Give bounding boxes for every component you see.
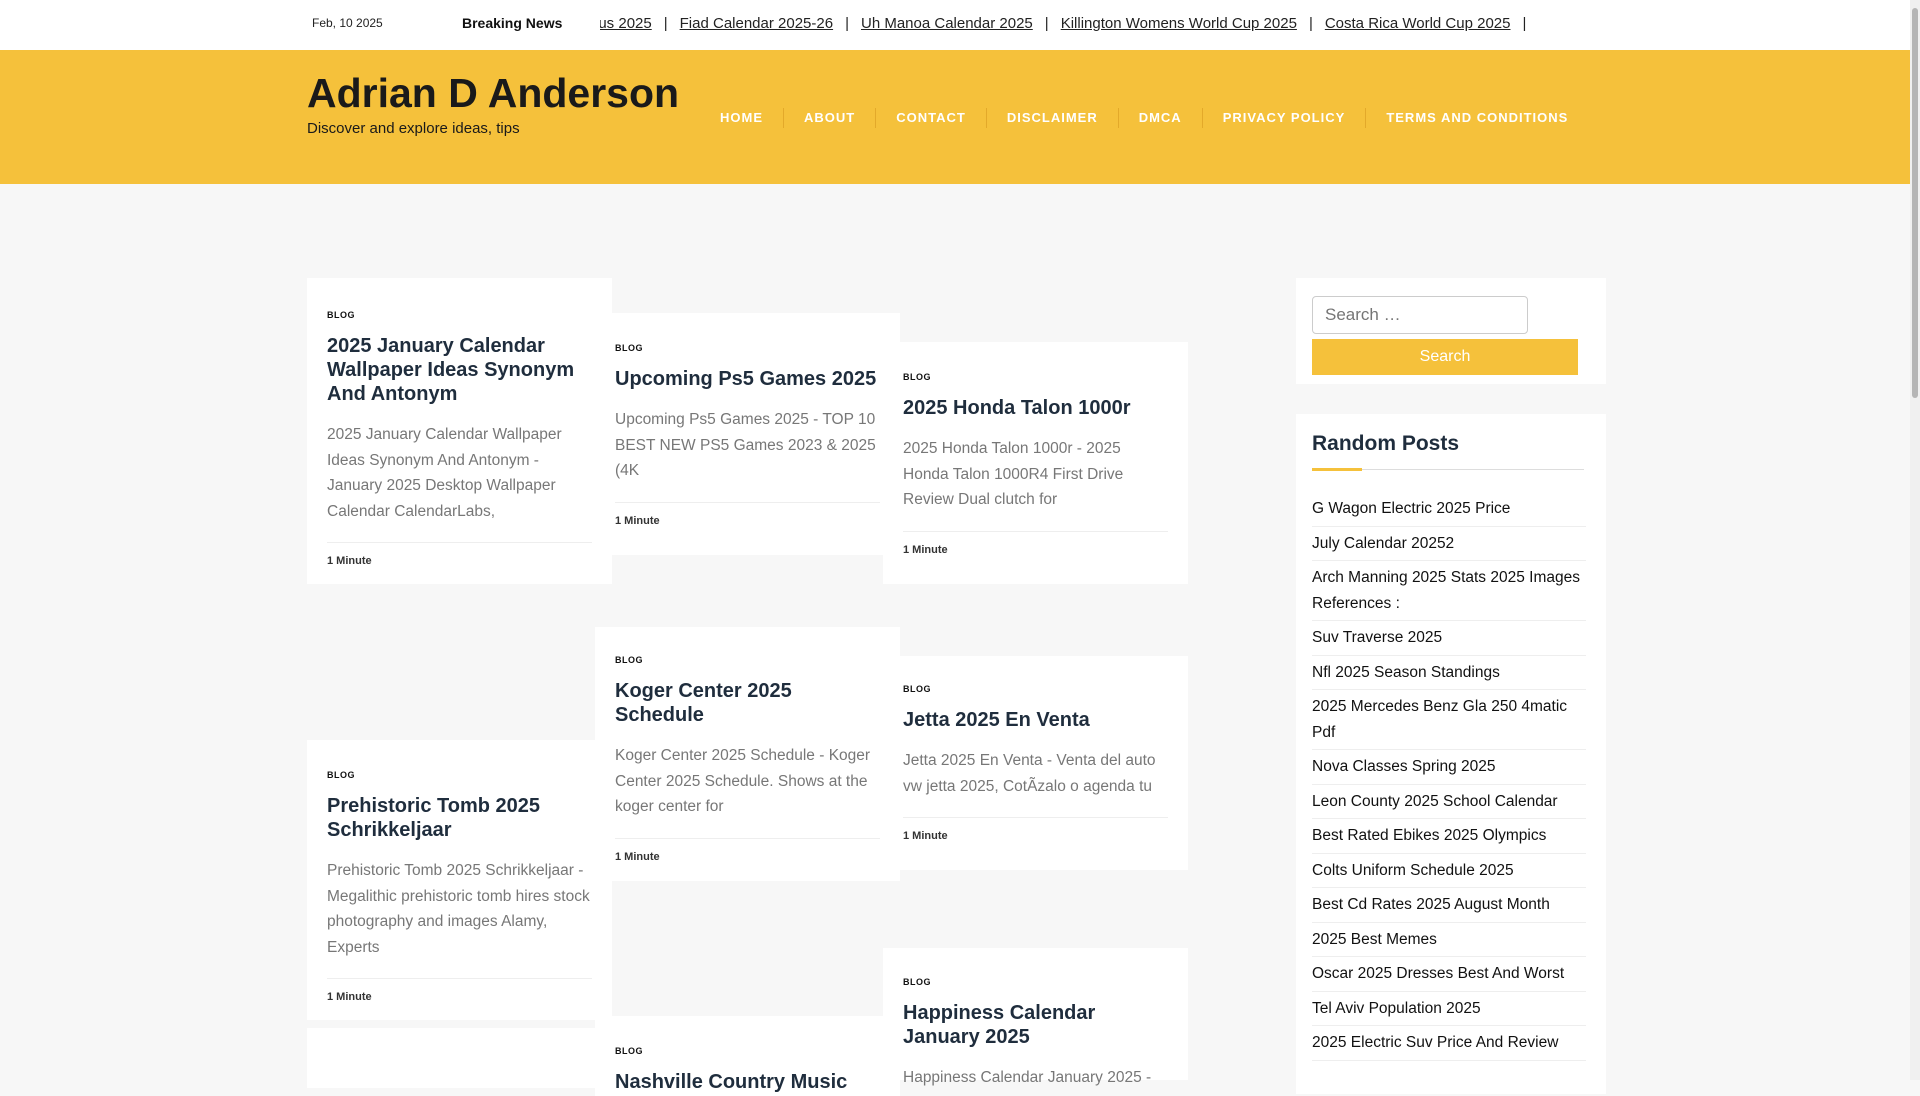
ticker-separator: | [845, 15, 849, 32]
random-post-link[interactable]: G Wagon Electric 2025 Price [1312, 492, 1586, 527]
site-title[interactable]: Adrian D Anderson [307, 70, 679, 117]
ticker-item[interactable]: Killington Womens World Cup 2025 [1061, 15, 1297, 32]
nav-disclaimer[interactable]: DISCLAIMER [987, 108, 1119, 128]
post-category[interactable]: BLOG [327, 310, 592, 320]
site-header: Adrian D Anderson Discover and explore i… [0, 50, 1910, 184]
post-excerpt: Koger Center 2025 Schedule - Koger Cente… [615, 747, 871, 815]
post-card: BLOG 2025 Honda Talon 1000r 2025 Honda T… [883, 342, 1188, 584]
post-category[interactable]: BLOG [903, 977, 1168, 987]
random-posts-title: Random Posts [1312, 432, 1460, 455]
post-read-time: 1 Minute [903, 817, 1168, 842]
title-accent-underline [1312, 468, 1362, 471]
random-posts-list: G Wagon Electric 2025 Price July Calenda… [1312, 492, 1586, 1061]
post-card: BLOG Prehistoric Tomb 2025 Schrikkeljaar… [307, 740, 612, 1020]
random-post-link[interactable]: 2025 Best Memes [1312, 923, 1586, 957]
random-post-link[interactable]: Nova Classes Spring 2025 [1312, 750, 1586, 785]
post-read-time: 1 Minute [327, 978, 592, 1003]
post-category[interactable]: BLOG [615, 1046, 880, 1056]
post-read-time: 1 Minute [327, 542, 592, 567]
post-category[interactable]: BLOG [327, 770, 592, 780]
random-post-link[interactable]: 2025 Mercedes Benz Gla 250 4matic Pdf [1312, 690, 1586, 750]
ticker-item[interactable]: Fiad Calendar 2025-26 [680, 15, 833, 32]
random-post-link[interactable]: Suv Traverse 2025 [1312, 621, 1586, 656]
post-category[interactable]: BLOG [903, 372, 1168, 382]
ticker-separator: | [1308, 15, 1313, 32]
search-input[interactable] [1312, 296, 1528, 334]
post-card: BLOG Koger Center 2025 Schedule Koger Ce… [595, 627, 900, 881]
ticker-separator: | [1522, 15, 1527, 32]
post-title[interactable]: Jetta 2025 En Venta [903, 708, 1168, 732]
random-post-link[interactable]: Nfl 2025 Season Standings [1312, 656, 1586, 690]
post-card: BLOG Upcoming Ps5 Games 2025 Upcoming Ps… [595, 313, 900, 555]
ticker-separator: | [663, 15, 668, 32]
post-card-placeholder [307, 1028, 612, 1088]
main-nav: HOME ABOUT CONTACT DISCLAIMER DMCA PRIVA… [700, 108, 1588, 128]
breaking-news-ticker: nus 2025 | Fiad Calendar 2025-26 | Uh Manoa … [600, 0, 1610, 50]
post-read-time: 1 Minute [903, 530, 1168, 556]
random-post-link[interactable]: Oscar 2025 Dresses Best And Worst [1312, 957, 1586, 992]
nav-privacy-policy[interactable]: PRIVACY POLICY [1203, 108, 1367, 128]
post-category[interactable]: BLOG [903, 684, 1168, 694]
nav-contact[interactable]: CONTACT [876, 108, 987, 128]
post-read-time: 1 Minute [615, 501, 880, 527]
random-posts-widget: Random Posts G Wagon Electric 2025 Price… [1296, 414, 1606, 1094]
ticker-track: nus 2025 | Fiad Calendar 2025-26 | Uh Manoa … [600, 15, 1538, 32]
breaking-news-label: Breaking News [462, 15, 563, 31]
post-excerpt: 2025 Honda Talon 1000r - 2025 Honda Talo… [903, 440, 1124, 508]
post-excerpt: Upcoming Ps5 Games 2025 - TOP 10 BEST NE… [615, 411, 876, 479]
top-bar: Feb, 10 2025 Breaking News nus 2025 | Fiad… [0, 0, 1910, 51]
post-excerpt: 2025 January Calendar Wallpaper Ideas Sy… [327, 426, 562, 520]
post-excerpt: Jetta 2025 En Venta - Venta del auto vw … [903, 752, 1156, 795]
random-post-link[interactable]: July Calendar 20252 [1312, 527, 1586, 561]
post-title[interactable]: 2025 Honda Talon 1000r [903, 396, 1168, 420]
title-rule [1362, 469, 1584, 470]
random-post-link[interactable]: Tel Aviv Population 2025 [1312, 992, 1586, 1026]
post-card: BLOG Nashville Country Music [595, 1016, 900, 1096]
post-title[interactable]: Prehistoric Tomb 2025 Schrikkeljaar [327, 794, 592, 842]
nav-dmca[interactable]: DMCA [1119, 108, 1203, 128]
post-card: BLOG Jetta 2025 En Venta Jetta 2025 En V… [883, 656, 1188, 870]
random-post-link[interactable]: Leon County 2025 School Calendar [1312, 785, 1586, 819]
post-category[interactable]: BLOG [615, 655, 880, 665]
post-title[interactable]: Happiness Calendar January 2025 [903, 1001, 1168, 1049]
ticker-item[interactable]: Uh Manoa Calendar 2025 [861, 15, 1033, 32]
search-widget: Search [1296, 278, 1606, 384]
page-scrollbar[interactable] [1910, 0, 1920, 1080]
nav-home[interactable]: HOME [700, 108, 784, 128]
current-date: Feb, 10 2025 [312, 16, 383, 30]
post-card: BLOG 2025 January Calendar Wallpaper Ide… [307, 278, 612, 584]
random-post-link[interactable]: Colts Uniform Schedule 2025 [1312, 854, 1586, 888]
ticker-item[interactable]: nus 2025 [600, 15, 652, 32]
post-read-time: 1 Minute [615, 837, 880, 863]
site-tagline: Discover and explore ideas, tips [307, 120, 520, 137]
post-title[interactable]: Nashville Country Music [615, 1070, 880, 1094]
post-title[interactable]: 2025 January Calendar Wallpaper Ideas Sy… [327, 334, 592, 406]
ticker-item[interactable]: Costa Rica World Cup 2025 [1325, 15, 1511, 32]
post-excerpt: Prehistoric Tomb 2025 Schrikkeljaar - Me… [327, 862, 590, 956]
post-card: BLOG Happiness Calendar January 2025 Hap… [883, 948, 1188, 1086]
random-post-link[interactable]: Best Cd Rates 2025 August Month [1312, 888, 1586, 923]
random-post-link[interactable]: 2025 Electric Suv Price And Review [1312, 1026, 1586, 1061]
post-title[interactable]: Upcoming Ps5 Games 2025 [615, 367, 880, 391]
post-category[interactable]: BLOG [615, 343, 880, 353]
ticker-separator: | [1044, 15, 1049, 32]
scrollbar-thumb[interactable] [1912, 8, 1918, 398]
random-post-link[interactable]: Best Rated Ebikes 2025 Olympics [1312, 819, 1586, 854]
post-title[interactable]: Koger Center 2025 Schedule [615, 679, 880, 727]
nav-terms[interactable]: TERMS AND CONDITIONS [1366, 108, 1588, 128]
random-post-link[interactable]: Arch Manning 2025 Stats 2025 Images Refe… [1312, 561, 1586, 621]
post-excerpt: Happiness Calendar January 2025 - [903, 1069, 1152, 1086]
nav-about[interactable]: ABOUT [784, 108, 877, 128]
search-button[interactable]: Search [1312, 339, 1578, 375]
